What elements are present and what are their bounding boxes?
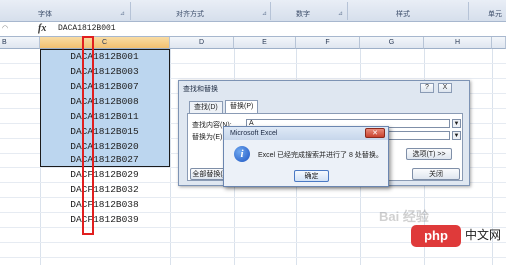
column-header-e[interactable]: E bbox=[234, 37, 296, 49]
message-text: Excel 已经完成搜索并进行了 8 处替换。 bbox=[258, 152, 383, 159]
highlight-annotation-box bbox=[82, 36, 94, 235]
php-cn-watermark: 中文网 bbox=[465, 228, 502, 242]
alignment-dialog-launcher-icon[interactable]: ⊿ bbox=[262, 10, 267, 17]
dialog-title: 查找和替换 bbox=[183, 86, 218, 93]
selection-border bbox=[40, 49, 170, 167]
baidu-watermark: Bai 经验 bbox=[379, 209, 429, 224]
replace-dropdown-icon[interactable]: ▼ bbox=[452, 131, 461, 140]
replace-label: 替换为(E): bbox=[192, 134, 225, 141]
insert-function-icon[interactable]: fx bbox=[38, 23, 46, 34]
tab-replace[interactable]: 替换(P) bbox=[225, 100, 259, 113]
tab-find[interactable]: 查找(D) bbox=[189, 101, 223, 113]
number-dialog-launcher-icon[interactable]: ⊿ bbox=[338, 10, 343, 17]
cell-c[interactable]: DACF1812B029 bbox=[40, 167, 169, 182]
column-header-i[interactable] bbox=[492, 37, 506, 49]
message-close-icon[interactable]: ✕ bbox=[365, 128, 385, 138]
ribbon-group-styles: 样式 bbox=[396, 11, 410, 18]
help-icon[interactable]: ? bbox=[420, 83, 434, 93]
php-logo: php bbox=[411, 225, 461, 247]
column-header-c[interactable]: C bbox=[40, 37, 170, 49]
column-header-g[interactable]: G bbox=[360, 37, 424, 49]
options-button[interactable]: 选项(T) >> bbox=[406, 148, 452, 160]
font-dialog-launcher-icon[interactable]: ⊿ bbox=[120, 10, 125, 17]
cell-c[interactable]: DACF1812B038 bbox=[40, 197, 169, 212]
column-header-h[interactable]: H bbox=[424, 37, 492, 49]
ok-button[interactable]: 确定 bbox=[294, 170, 329, 182]
ribbon-separator bbox=[347, 2, 348, 20]
message-box: Microsoft Excel ✕ i Excel 已经完成搜索并进行了 8 处… bbox=[223, 126, 389, 187]
column-header-f[interactable]: F bbox=[296, 37, 360, 49]
info-icon: i bbox=[234, 146, 250, 162]
message-title: Microsoft Excel bbox=[224, 127, 388, 140]
cell-c[interactable]: DACF1812B032 bbox=[40, 182, 169, 197]
ribbon-group-number: 数字 bbox=[296, 11, 310, 18]
formula-input[interactable]: DACA1812B001 bbox=[58, 24, 116, 33]
ribbon-group-cells: 单元 bbox=[488, 11, 502, 18]
formula-bar: ◠ fx DACA1812B001 bbox=[0, 22, 506, 37]
name-box[interactable]: ◠ bbox=[2, 24, 26, 34]
ribbon-group-strip: 字体 ⊿ 对齐方式 ⊿ 数字 ⊿ 样式 单元 bbox=[0, 0, 506, 22]
ribbon-separator bbox=[130, 2, 131, 20]
find-dropdown-icon[interactable]: ▼ bbox=[452, 119, 461, 128]
close-button[interactable]: 关闭 bbox=[412, 168, 460, 180]
ribbon-group-alignment: 对齐方式 bbox=[176, 11, 204, 18]
dialog-close-button[interactable]: X bbox=[438, 83, 452, 93]
ribbon-group-font: 字体 bbox=[38, 11, 52, 18]
cell-c[interactable]: DACF1812B039 bbox=[40, 212, 169, 227]
ribbon-separator bbox=[270, 2, 271, 20]
ribbon-separator bbox=[468, 2, 469, 20]
column-header-b[interactable]: B bbox=[0, 37, 40, 49]
column-header-d[interactable]: D bbox=[170, 37, 234, 49]
